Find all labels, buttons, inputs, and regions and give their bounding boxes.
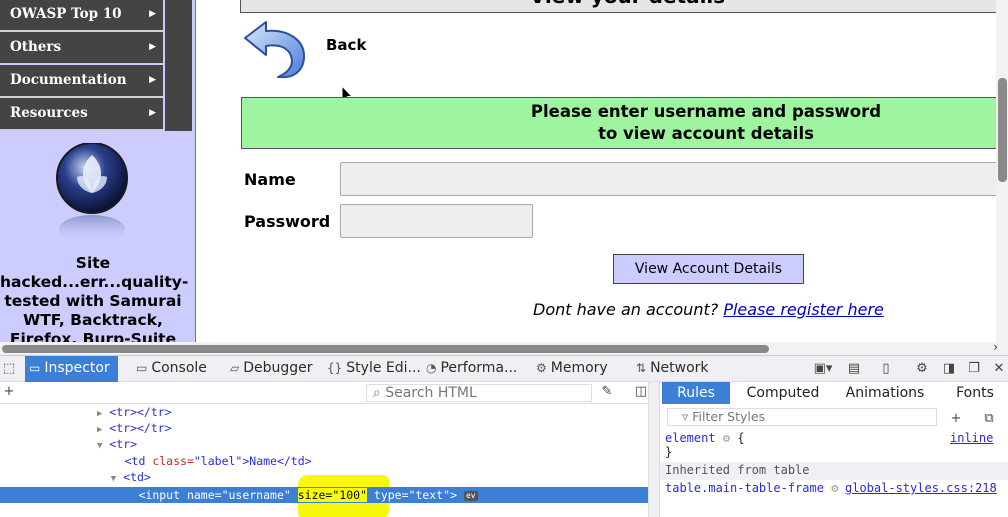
main-content: View your details Back Please enter user… [197,0,1008,342]
submenu-arrow-icon: ▶ [149,42,156,52]
screenshot-icon[interactable]: ▤ [845,356,863,382]
scroll-thumb[interactable] [2,345,769,353]
markup-node[interactable]: ▼ <tr> [0,436,648,452]
debugger-icon: ▱ [230,361,240,375]
menu-dark-column [165,0,192,131]
menu-item-label: Others [10,39,62,55]
add-rule-icon[interactable]: + [947,406,965,432]
close-devtools-icon[interactable]: ✕ [990,356,1008,382]
markup-node-selected[interactable]: <input name="username" size="100" type="… [0,487,648,503]
collapse-triangle-icon[interactable]: ▼ [111,474,116,484]
web-page: OWASP Top 10 ▶ Others ▶ Documentation ▶ … [0,0,1008,355]
menu-item-label: OWASP Top 10 [10,6,122,22]
scroll-thumb[interactable] [998,78,1007,182]
tab-computed[interactable]: Computed [740,382,826,404]
submenu-arrow-icon: ▶ [149,9,156,19]
pane-splitter[interactable] [648,382,660,517]
password-label: Password [244,212,331,231]
highlighted-attribute: size="100" [297,488,367,502]
tab-inspector[interactable]: ▭ Inspector [25,356,118,382]
owasp-logo-icon [56,143,128,243]
rules-sidebar: Rules Computed Animations Fonts ▿ Filter… [660,382,1008,517]
style-editor-icon: {} [327,361,343,375]
inherited-header: Inherited from table [660,462,1008,480]
event-badge[interactable]: ev [463,490,478,501]
horizontal-scrollbar[interactable]: › [0,340,1008,355]
markup-toolbar: + ⌕ Search HTML ✎ ◫ [0,382,648,404]
inspector-icon: ▭ [29,361,41,375]
tab-debugger[interactable]: ▱ Debugger [230,356,313,382]
tab-animations[interactable]: Animations [840,382,930,404]
password-input[interactable] [340,204,533,238]
expand-triangle-icon[interactable]: ▶ [97,425,102,435]
menu-item-label: Resources [10,105,88,121]
settings-gear-icon[interactable]: ⚙ [913,356,931,382]
name-label: Name [244,170,296,189]
layout-toggle-icon[interactable]: ▣▾ [810,356,836,382]
collapse-triangle-icon[interactable]: ▼ [97,441,102,451]
dock-side-icon[interactable]: ◨ [940,356,958,382]
markup-node[interactable]: ▶ <tr></tr> [0,404,648,420]
username-input[interactable] [340,162,1008,196]
console-icon: ▭ [136,361,148,375]
register-link[interactable]: Please register here [723,300,884,319]
scroll-right-icon[interactable]: › [993,340,998,354]
tab-fonts[interactable]: Fonts [950,382,1000,404]
devtools-toolbar: ⬚ ▭ Inspector ▭ Console ▱ Debugger {} Style … [0,356,1008,382]
search-icon: ⌕ [373,385,386,401]
menu-item-resources[interactable]: Resources ▶ [0,98,164,130]
add-node-icon[interactable]: + [0,379,18,405]
filter-icon: ▿ [682,409,693,424]
markup-node[interactable]: <td class="label">Name</td> [0,453,648,469]
markup-node[interactable]: ▶ <tr></tr> [0,420,648,436]
responsive-design-icon[interactable]: ▯ [877,356,895,382]
back-link[interactable]: Back [326,36,366,54]
filter-styles-input[interactable]: ▿ Filter Styles [667,408,937,426]
tab-performance[interactable]: ◔ Performa... [426,356,517,382]
tab-rules[interactable]: Rules [662,382,730,404]
undock-window-icon[interactable]: ❐ [965,356,983,382]
menu-item-owasp-top-10[interactable]: OWASP Top 10 ▶ [0,0,164,31]
network-icon: ⇅ [636,361,647,375]
rule-close-brace: } [665,445,673,459]
vertical-scrollbar[interactable] [996,0,1008,342]
rule-source-link[interactable]: inline [950,431,1008,446]
search-html-input[interactable]: ⌕ Search HTML [366,384,592,402]
register-line: Dont have an account? Please register he… [533,300,884,319]
memory-icon: ⚙ [536,361,547,375]
submenu-arrow-icon: ▶ [149,75,156,85]
notice-banner: Please enter username and password to vi… [241,97,1008,149]
eyedropper-icon[interactable]: ✎ [598,379,616,405]
page-title: View your details [240,0,1008,13]
expand-triangle-icon[interactable]: ▶ [97,409,102,419]
tab-style-editor[interactable]: {} Style Edi... [327,356,421,382]
back-arrow-icon[interactable] [242,20,308,80]
register-prefix: Dont have an account? [533,300,719,319]
rule-source-link[interactable]: global-styles.css:218 [845,481,1008,496]
toggle-pseudo-class-icon[interactable]: ⧉ [980,406,998,432]
notice-line-1: Please enter username and password [530,102,882,121]
notice-line-2: to view account details [598,124,814,143]
tab-console[interactable]: ▭ Console [136,356,207,382]
menu-item-documentation[interactable]: Documentation ▶ [0,65,164,97]
site-caption: Site hacked...err...quality-tested with … [0,254,189,348]
devtools-panel: ⬚ ▭ Inspector ▭ Console ▱ Debugger {} Style … [0,355,1008,517]
submenu-arrow-icon: ▶ [149,108,156,118]
sidebar: OWASP Top 10 ▶ Others ▶ Documentation ▶ … [0,0,196,348]
menu-item-label: Documentation [10,72,127,88]
view-account-details-button[interactable]: View Account Details [613,254,804,284]
tab-memory[interactable]: ⚙ Memory [536,356,608,382]
menu-item-others[interactable]: Others ▶ [0,32,164,64]
performance-icon: ◔ [426,361,437,375]
rule-settings-icon: ⚙ [831,481,839,495]
element-settings-icon: ⚙ [722,431,731,445]
